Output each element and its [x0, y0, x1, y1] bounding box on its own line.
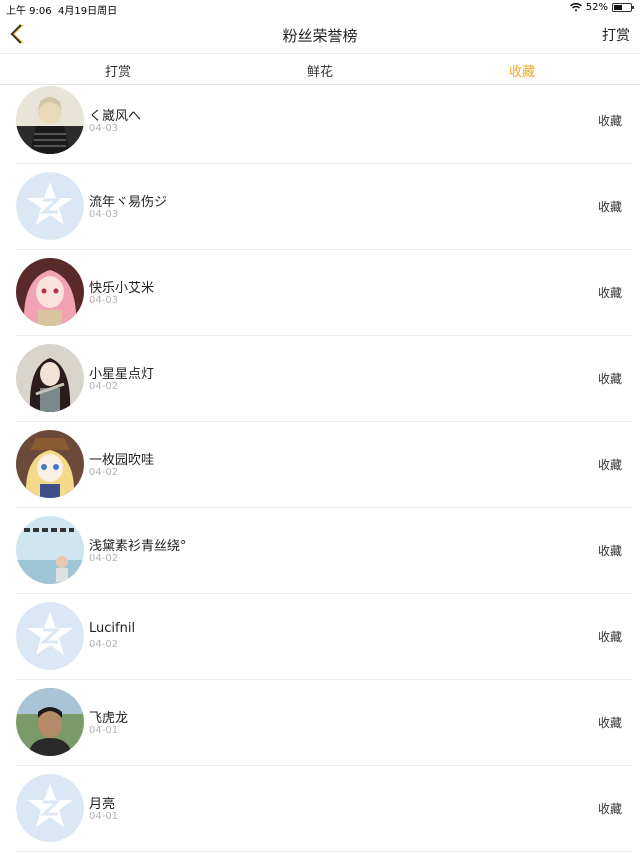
avatar[interactable] [16, 688, 84, 756]
status-bar: 上午 9:06 4月19日周日 52% [0, 0, 640, 17]
battery-icon [612, 3, 634, 12]
dark-anime-avatar-icon [16, 344, 84, 412]
list-item[interactable]: Lucifnil 04-02 收藏 [16, 594, 632, 680]
avatar[interactable] [16, 344, 84, 412]
favorite-label: 收藏 [597, 458, 622, 472]
avatar[interactable] [16, 258, 84, 326]
page-title: 粉丝荣誉榜 [282, 27, 358, 45]
user-date: 04-02 [89, 553, 119, 564]
list-item[interactable]: 月亮 04-01 收藏 [16, 766, 632, 852]
favorite-label: 收藏 [597, 372, 622, 386]
default-qq-avatar-icon [16, 602, 84, 670]
nav-bar: 粉丝荣誉榜 打赏 [0, 16, 640, 54]
favorite-label: 收藏 [597, 802, 622, 816]
wifi-icon [569, 3, 582, 12]
avatar[interactable] [16, 774, 84, 842]
favorite-label: 收藏 [597, 544, 622, 558]
list-item[interactable]: く崴风へ 04-03 收藏 [16, 78, 632, 164]
list-item[interactable]: 一枚园吹哇 04-02 收藏 [16, 422, 632, 508]
user-date: 04-03 [89, 295, 119, 306]
favorite-label: 收藏 [597, 286, 622, 300]
list-item[interactable]: 飞虎龙 04-01 收藏 [16, 680, 632, 766]
user-date: 04-01 [89, 811, 119, 822]
list-item[interactable]: 快乐小艾米 04-03 收藏 [16, 250, 632, 336]
user-name: 月亮 [89, 797, 116, 812]
user-name: 流年ヾ易伤ジ [89, 195, 168, 210]
user-date: 04-03 [89, 123, 119, 134]
dark-figure-avatar-icon [16, 86, 84, 154]
user-name: Lucifnil [89, 621, 136, 636]
list-item[interactable]: 流年ヾ易伤ジ 04-03 收藏 [16, 164, 632, 250]
blonde-anime-avatar-icon [16, 430, 84, 498]
status-time: 上午 9:06 4月19日周日 [6, 2, 117, 17]
favorite-label: 收藏 [597, 200, 622, 214]
pink-anime-avatar-icon [16, 258, 84, 326]
avatar[interactable] [16, 602, 84, 670]
status-right: 52% [569, 2, 634, 13]
user-name: 飞虎龙 [89, 711, 129, 726]
user-date: 04-02 [89, 467, 119, 478]
user-date: 04-03 [89, 209, 119, 220]
default-qq-avatar-icon [16, 774, 84, 842]
avatar[interactable] [16, 172, 84, 240]
list-item[interactable]: 小星星点灯 04-02 收藏 [16, 336, 632, 422]
user-name: 小星星点灯 [89, 367, 155, 382]
man-photo-avatar-icon [16, 688, 84, 756]
sky-scene-avatar-icon [16, 516, 84, 584]
user-date: 04-02 [89, 381, 119, 392]
avatar[interactable] [16, 86, 84, 154]
favorite-label: 收藏 [597, 114, 622, 128]
user-name: 快乐小艾米 [89, 281, 155, 296]
user-date: 04-01 [89, 725, 119, 736]
user-name: 浅黛素衫青丝绕° [89, 539, 187, 554]
battery-fill [614, 5, 623, 10]
user-name: く崴风へ [89, 109, 142, 124]
avatar[interactable] [16, 430, 84, 498]
avatar[interactable] [16, 516, 84, 584]
favorite-label: 收藏 [597, 630, 622, 644]
favorite-label: 收藏 [597, 716, 622, 730]
fan-list: く崴风へ 04-03 收藏 流年ヾ易伤ジ 04-03 收藏 快乐小艾米 04-0… [0, 78, 640, 852]
user-name: 一枚园吹哇 [89, 453, 155, 468]
user-date: 04-02 [89, 639, 119, 650]
reward-button[interactable]: 打赏 [602, 25, 630, 45]
list-item[interactable]: 浅黛素衫青丝绕° 04-02 收藏 [16, 508, 632, 594]
battery-percent: 52% [585, 2, 608, 13]
default-qq-avatar-icon [16, 172, 84, 240]
